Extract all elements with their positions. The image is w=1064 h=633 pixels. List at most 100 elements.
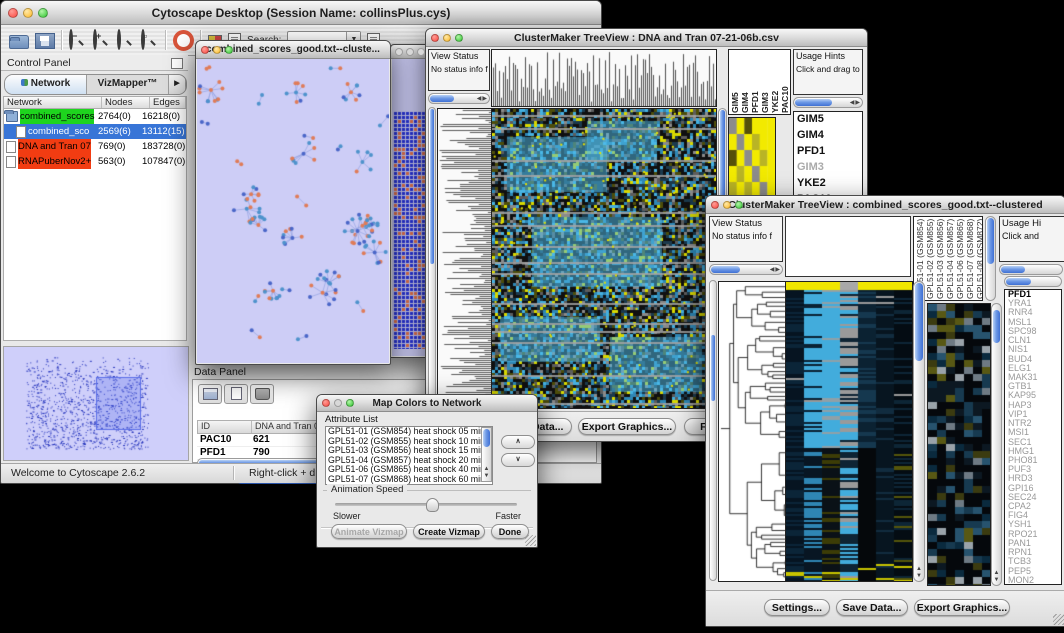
move-up-button[interactable]: ∧ — [501, 435, 535, 449]
array-label: GPL51-02 (GSM855) — [926, 219, 935, 299]
gene-dendrogram-canvas[interactable] — [437, 108, 493, 409]
gene-list-hscrollbar[interactable] — [1004, 276, 1062, 287]
gene-tree-scrollbar[interactable] — [428, 107, 436, 408]
zoom-button[interactable] — [346, 399, 354, 407]
help-ring-icon[interactable] — [173, 30, 194, 51]
settings-button[interactable]: Settings... — [764, 599, 830, 616]
zoom-in-icon[interactable]: + — [93, 29, 97, 50]
gene-name-list[interactable]: PFD1YRA1RNR4MSL1SPC98CLN1NIS1BUD4ELG1MAK… — [1004, 289, 1062, 585]
usage-hints-scrollbar[interactable]: ◀▶ — [793, 97, 863, 108]
dialog-title-bar[interactable]: Map Colors to Network — [317, 395, 537, 412]
global-heatmap-canvas[interactable] — [491, 108, 717, 409]
column-header-network[interactable]: Network — [4, 97, 102, 108]
zoom-button[interactable] — [225, 46, 233, 54]
attribute-select-button[interactable] — [198, 384, 222, 404]
view-status-panel: View Status No status info f — [709, 216, 783, 262]
close-button[interactable] — [8, 8, 18, 18]
gene-name: YKE2 — [794, 176, 862, 192]
animation-speed-slider[interactable] — [335, 503, 517, 506]
minimize-button[interactable] — [406, 48, 414, 56]
save-data-button[interactable]: Save Data... — [836, 599, 908, 616]
heatmap-vscrollbar[interactable]: ▲▼ — [913, 281, 925, 582]
column-header-edges[interactable]: Edges — [150, 97, 186, 108]
create-vizmap-button[interactable]: Create Vizmap — [413, 524, 485, 539]
minimize-button[interactable] — [443, 34, 451, 42]
column-dendrogram-canvas[interactable] — [491, 49, 717, 107]
network-view-window: combined_scores_good.txt--cluste... — [195, 40, 391, 365]
array-label: GPL51-03 (GSM856) — [936, 219, 945, 299]
close-button[interactable] — [711, 201, 719, 209]
export-graphics-button[interactable]: Export Graphics... — [914, 599, 1010, 616]
zoom-heatmap-canvas[interactable] — [927, 303, 991, 586]
export-graphics-button[interactable]: Export Graphics... — [578, 418, 676, 435]
network-graph-canvas[interactable] — [197, 59, 389, 363]
label-vscrollbar[interactable] — [985, 216, 996, 301]
column-header-nodes[interactable]: Nodes — [102, 97, 150, 108]
close-button[interactable] — [395, 48, 403, 56]
attribute-item[interactable]: GPL51-07 (GSM868) heat shock 60 min — [326, 475, 492, 485]
view-status-scrollbar[interactable]: ◀▶ — [709, 264, 783, 275]
zoom-vscrollbar[interactable]: ▲▼ — [991, 303, 1002, 586]
close-button[interactable] — [201, 46, 209, 54]
network-table-header: Network Nodes Edges — [3, 96, 187, 109]
view-status-scrollbar[interactable]: ◀▶ — [428, 93, 490, 104]
move-down-button[interactable]: ∨ — [501, 453, 535, 467]
attribute-list-scrollbar[interactable]: ▲▼ — [481, 427, 492, 482]
view-status-text: No status info f — [710, 230, 782, 243]
treeview-dna-title-bar[interactable]: ClusterMaker TreeView : DNA and Tran 07-… — [426, 29, 867, 47]
minimize-button[interactable] — [213, 46, 221, 54]
done-button[interactable]: Done — [491, 524, 529, 539]
network-window-title-bar[interactable]: combined_scores_good.txt--cluste... — [196, 41, 390, 59]
zoom-out-icon[interactable]: − — [69, 29, 73, 50]
usage-hints-scrollbar[interactable] — [999, 264, 1063, 275]
resize-grip[interactable] — [1053, 614, 1064, 625]
minimize-button[interactable] — [23, 8, 33, 18]
main-title-bar[interactable]: Cytoscape Desktop (Session Name: collins… — [1, 1, 601, 25]
usage-hints-text: Click and — [1000, 230, 1064, 243]
global-heatmap-canvas[interactable] — [785, 281, 913, 582]
resize-grip[interactable] — [525, 535, 536, 546]
animation-speed-label: Animation Speed — [327, 484, 407, 495]
zoom-button[interactable] — [735, 201, 743, 209]
window-controls[interactable] — [1, 8, 48, 18]
status-separator — [233, 466, 235, 480]
network-row[interactable]: combined_sco 2569(6) 13112(15) — [4, 124, 186, 139]
minimize-button[interactable] — [334, 399, 342, 407]
gene-dendrogram-canvas[interactable] — [718, 281, 786, 582]
desktop: Cytoscape Desktop (Session Name: collins… — [0, 0, 1064, 633]
tab-network[interactable]: Network — [5, 75, 87, 94]
gene-tree-scrollbar[interactable] — [709, 280, 717, 581]
zoom-button[interactable] — [417, 48, 425, 56]
minimize-button[interactable] — [723, 201, 731, 209]
treeview-dna-title: ClusterMaker TreeView : DNA and Tran 07-… — [426, 32, 867, 44]
treeview-combined-title-bar[interactable]: ClusterMaker TreeView : combined_scores_… — [706, 196, 1064, 214]
close-button[interactable] — [322, 399, 330, 407]
network-row[interactable]: RNAPuberNov2+ 563(0) 107847(0) — [4, 154, 186, 169]
slider-knob[interactable] — [426, 498, 439, 512]
tab-vizmapper[interactable]: VizMapper™ — [87, 75, 169, 94]
array-label: YKE2 — [771, 52, 780, 113]
treeview-combined-title: ClusterMaker TreeView : combined_scores_… — [706, 199, 1064, 211]
zoom-selected-icon[interactable] — [117, 29, 121, 50]
array-label: GPL51-04 (GSM857) — [946, 219, 955, 299]
open-session-icon[interactable] — [9, 35, 29, 49]
network-overview-panel[interactable] — [3, 346, 189, 461]
id-column-header[interactable]: ID — [198, 421, 252, 433]
float-panel-icon[interactable] — [171, 58, 183, 69]
close-button[interactable] — [431, 34, 439, 42]
network-list: combined_scores 2764(0) 16218(0) combine… — [3, 109, 187, 341]
new-attribute-button[interactable] — [224, 384, 248, 404]
array-tree-panel[interactable] — [785, 216, 911, 277]
faster-label: Faster — [495, 511, 521, 521]
zoom-button[interactable] — [455, 34, 463, 42]
network-row[interactable]: combined_scores 2764(0) 16218(0) — [4, 109, 186, 124]
zoom-button[interactable] — [38, 8, 48, 18]
network-overview-thumbnail[interactable] — [4, 347, 186, 458]
animate-vizmap-button[interactable]: Animate Vizmap — [331, 524, 407, 539]
network-row[interactable]: DNA and Tran 07 769(0) 183728(0) — [4, 139, 186, 154]
save-session-icon[interactable] — [35, 33, 55, 49]
tab-overflow-button[interactable]: ▶ — [169, 75, 186, 94]
array-label: GIM3 — [761, 52, 770, 113]
delete-attribute-button[interactable] — [250, 384, 274, 404]
zoom-fit-icon[interactable]: ▫ — [141, 29, 145, 50]
